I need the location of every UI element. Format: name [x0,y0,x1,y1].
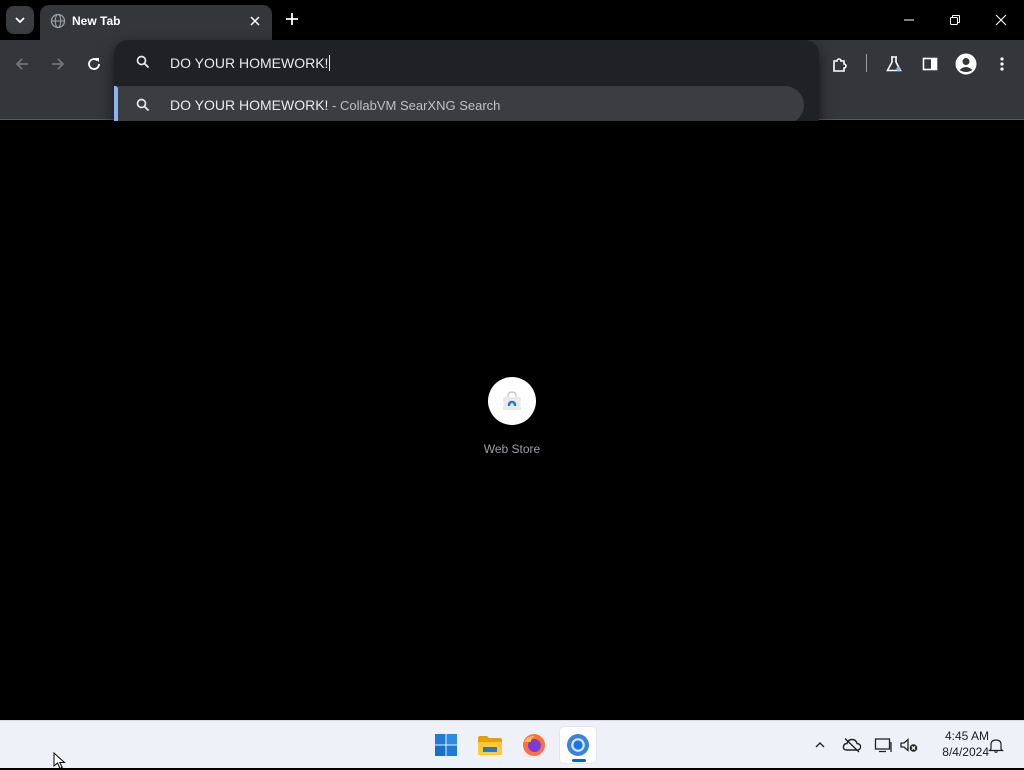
volume-button[interactable] [897,733,921,757]
side-panel-button[interactable] [916,50,944,78]
chrome-icon [567,734,589,756]
close-window-button[interactable] [978,0,1024,40]
arrow-left-icon [15,58,28,70]
reload-button[interactable] [80,50,108,78]
globe-icon [50,13,66,29]
shortcut-label: Web Store [483,442,541,456]
chevron-down-icon [15,17,25,24]
extensions-button[interactable] [826,50,854,78]
text-caret [329,55,331,71]
arrow-right-icon [52,58,65,70]
close-icon [995,14,1007,26]
puzzle-piece-icon [833,58,847,72]
menu-button[interactable] [988,50,1016,78]
restore-button[interactable] [932,0,978,40]
omnibox[interactable]: DO YOUR HOMEWORK! DO YOUR HOMEWORK! - Co… [114,40,819,132]
back-button[interactable] [8,50,36,78]
tab-close-button[interactable] [246,12,264,30]
omnibox-input-text: DO YOUR HOMEWORK! [170,55,329,71]
profile-avatar-icon [955,53,977,75]
clock-time: 4:45 AM [944,729,989,743]
toolbar-divider [866,54,867,72]
close-icon [250,16,260,26]
firefox-icon [523,734,545,756]
omnibox-suggestion[interactable]: DO YOUR HOMEWORK! - CollabVM SearXNG Sea… [114,86,804,124]
restore-icon [950,15,960,25]
cloud-offline-icon [842,737,862,753]
plus-icon [286,13,298,25]
clock-date: 8/4/2024 [942,745,989,759]
taskbar [0,720,1024,768]
bell-icon [988,739,1004,753]
suggestion-query: DO YOUR HOMEWORK! [170,97,329,113]
omnibox-input[interactable]: DO YOUR HOMEWORK! [170,55,331,71]
onedrive-button[interactable] [840,733,864,757]
forward-button[interactable] [44,50,72,78]
folder-icon [478,736,502,755]
network-icon [874,738,892,753]
active-app-indicator [572,759,586,762]
minimize-button[interactable] [886,0,932,40]
windows-logo-icon [435,734,457,756]
shortcut-web-store[interactable]: Web Store [472,377,552,467]
shortcut-icon-circle [488,377,536,425]
tab-new-tab[interactable]: New Tab [40,5,272,40]
file-explorer-button[interactable] [471,726,509,764]
side-panel-icon [922,57,938,71]
tab-title: New Tab [72,14,121,28]
profile-button[interactable] [952,50,980,78]
title-bar: New Tab [0,0,1024,40]
minimize-icon [904,19,914,21]
chevron-up-icon [815,742,825,748]
selection-indicator [114,86,118,124]
speaker-muted-icon [900,738,918,752]
flask-icon [886,56,902,72]
tab-search-button[interactable] [6,6,34,34]
labs-button[interactable] [880,50,908,78]
search-icon [136,55,150,69]
show-hidden-icons-button[interactable] [808,733,832,757]
mouse-cursor-icon [53,752,66,770]
more-vert-icon [1000,57,1004,71]
chrome-button[interactable] [559,726,597,764]
suggestion-text: DO YOUR HOMEWORK! - CollabVM SearXNG Sea… [170,97,500,113]
suggestion-separator: - [328,98,340,113]
web-store-icon [503,391,521,410]
suggestion-source: CollabVM SearXNG Search [339,98,501,113]
new-tab-button[interactable] [280,7,304,31]
network-button[interactable] [872,733,896,757]
reload-icon [88,58,100,70]
search-icon [136,98,150,112]
start-button[interactable] [427,726,465,764]
firefox-button[interactable] [515,726,553,764]
taskbar-clock[interactable]: 4:45 AM 8/4/2024 [925,728,989,760]
